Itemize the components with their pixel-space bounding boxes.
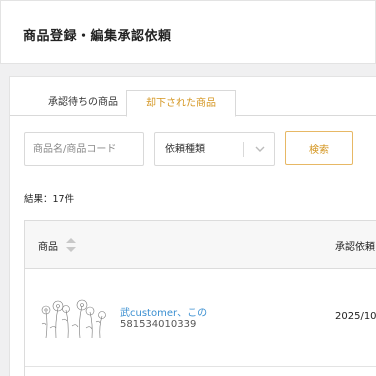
product-name-link[interactable]: 武customer、この [120, 304, 207, 319]
result-count: 結果：17件 [24, 194, 75, 205]
select-divider [243, 142, 244, 157]
table-header: 商品 承認依頼 [25, 221, 376, 269]
request-date: 2025/10, [335, 311, 376, 322]
header-panel: 商品登録・編集承認依頼 [0, 0, 376, 64]
column-header-product: 商品 [38, 242, 58, 253]
page-title: 商品登録・編集承認依頼 [23, 29, 172, 44]
chevron-down-icon [255, 146, 265, 152]
request-type-select[interactable]: 依頼種類 [154, 132, 275, 166]
column-header-request-date: 承認依頼 [335, 242, 375, 253]
search-button[interactable]: 検索 [285, 131, 353, 165]
table-row: 武customer、この 581534010339 2025/10, [25, 269, 376, 367]
product-code: 581534010339 [120, 319, 197, 330]
main-panel: 承認待ちの商品 却下された商品 依頼種類 検索 結果：17件 商品 承認依頼 [9, 76, 376, 376]
request-type-value: 依頼種類 [165, 144, 205, 155]
product-thumbnail [41, 299, 106, 339]
tab-rejected[interactable]: 却下された商品 [126, 90, 236, 117]
tab-bar: 承認待ちの商品 却下された商品 [10, 90, 376, 117]
search-input[interactable] [24, 132, 144, 166]
tab-pending-approval[interactable]: 承認待ちの商品 [28, 90, 138, 116]
product-table: 商品 承認依頼 武customer、この 581534010339 2025/1… [24, 220, 376, 376]
sort-icon[interactable] [65, 236, 77, 254]
